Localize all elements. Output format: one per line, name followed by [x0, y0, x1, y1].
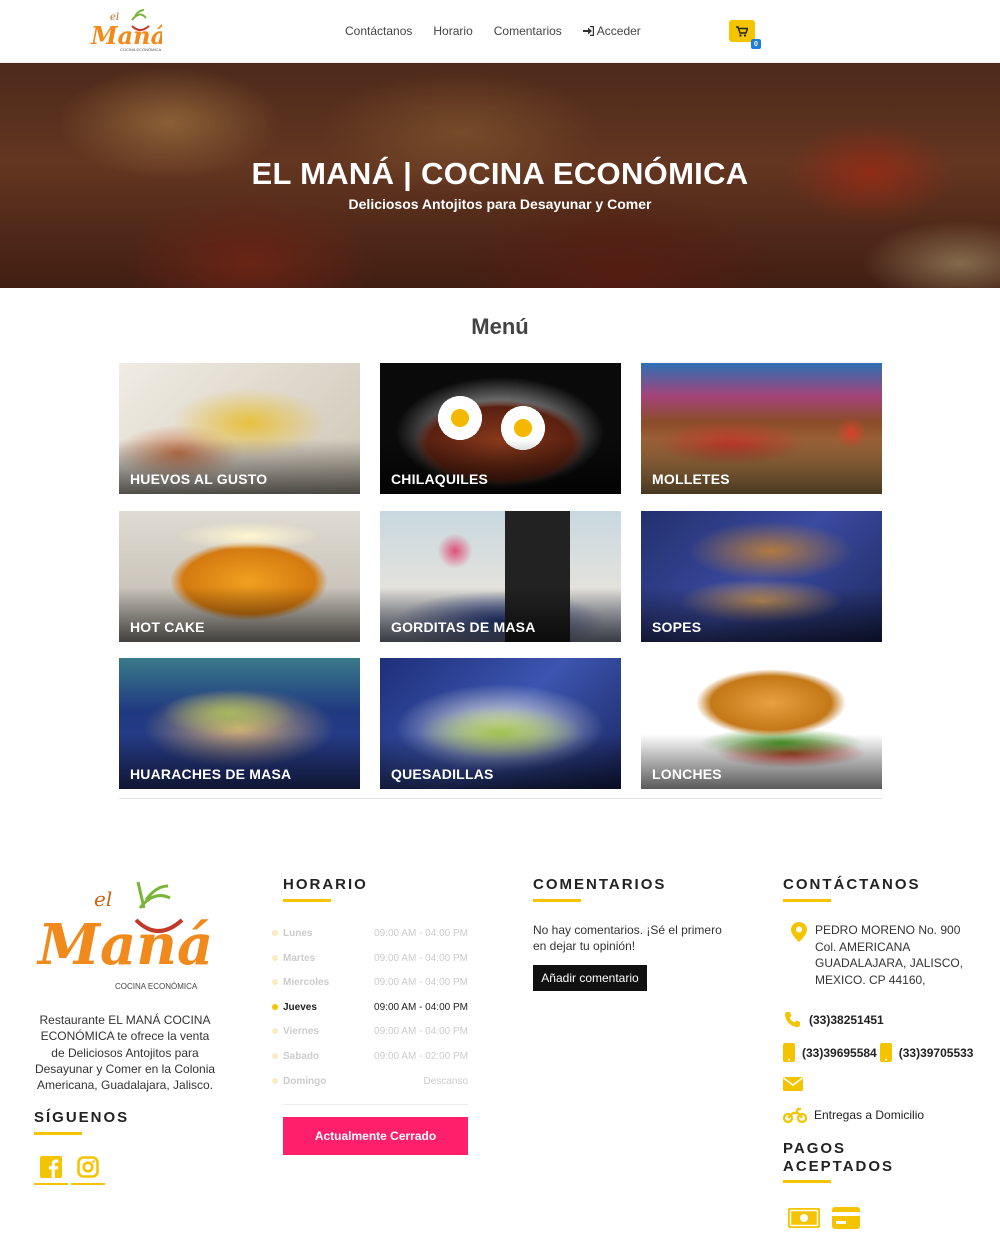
add-comment-button[interactable]: Añadir comentario — [533, 965, 647, 991]
delivery-row: Entregas a Domicilio — [783, 1107, 924, 1123]
mobile-number-1: (33)39695584 — [802, 1045, 877, 1060]
schedule-row-miercoles: Miercoles 09:00 AM - 04:00 PM — [272, 974, 468, 999]
facebook-icon — [40, 1156, 62, 1178]
top-navbar: el Maná COCINA ECONÓMICA Contáctanos Hor… — [0, 0, 1000, 63]
schedule-row-viernes: Viernes 09:00 AM - 04:00 PM — [272, 1023, 468, 1048]
hero-banner: EL MANÁ | COCINA ECONÓMICA Deliciosos An… — [0, 63, 1000, 288]
address-text: PEDRO MORENO No. 900 Col. AMERICANA GUAD… — [815, 923, 964, 987]
menu-tile-sopes[interactable]: SOPES — [641, 511, 882, 642]
menu-tile-label: QUESADILLAS — [391, 766, 494, 782]
payments-title: PAGOS ACEPTADOS — [783, 1140, 895, 1175]
nav-link-horario[interactable]: Horario — [433, 24, 472, 38]
hero-title: EL MANÁ | COCINA ECONÓMICA — [251, 156, 749, 191]
menu-divider — [119, 798, 882, 799]
credit-card-icon — [832, 1207, 860, 1234]
schedule-divider — [283, 1104, 468, 1105]
phone-row[interactable]: (33)38251451 — [783, 1011, 884, 1029]
phone-icon — [785, 1012, 800, 1027]
follow-title-underline — [34, 1132, 82, 1135]
menu-tile-label: CHILAQUILES — [391, 471, 489, 487]
svg-text:COCINA ECONÓMICA: COCINA ECONÓMICA — [115, 982, 198, 991]
menu-tile-lonches[interactable]: LONCHES — [641, 658, 882, 789]
schedule-list: Lunes 09:00 AM - 04:00 PM Martes 09:00 AM … — [272, 925, 468, 1097]
follow-title: SÍGUENOS — [34, 1109, 130, 1126]
menu-tile-label: HUEVOS AL GUSTO — [130, 471, 268, 487]
hero-subtitle: Deliciosos Antojitos para Desayunar y Co… — [348, 196, 652, 212]
mobile-phone-icon — [879, 1043, 892, 1062]
mobile-number-2: (33)39705533 — [898, 1045, 974, 1060]
nav-link-comentarios[interactable]: Comentarios — [494, 24, 562, 38]
contact-title: CONTÁCTANOS — [783, 876, 921, 893]
menu-title: Menú — [471, 314, 529, 339]
facebook-link[interactable] — [34, 1151, 68, 1185]
map-marker-icon — [791, 922, 807, 947]
email-icon[interactable] — [783, 1077, 803, 1096]
delivery-text: Entregas a Domicilio — [814, 1108, 925, 1122]
login-link[interactable]: Acceder — [582, 24, 641, 38]
instagram-icon — [77, 1156, 99, 1178]
svg-text:el: el — [94, 887, 112, 911]
phone-number: (33)38251451 — [809, 1013, 884, 1027]
menu-tile-label: SOPES — [652, 619, 702, 635]
mobile-row[interactable]: (33)39695584 (33)39705533 — [783, 1043, 973, 1062]
cart-count-badge: 0 — [751, 39, 761, 49]
status-closed-button[interactable]: Actualmente Cerrado — [283, 1117, 468, 1155]
motorcycle-icon — [783, 1107, 807, 1123]
instagram-link[interactable] — [71, 1151, 105, 1185]
menu-tile-gorditas[interactable]: GORDITAS DE MASA — [380, 511, 621, 642]
svg-text:COCINA ECONÓMICA: COCINA ECONÓMICA — [120, 47, 161, 52]
svg-text:Maná: Maná — [36, 912, 212, 978]
schedule-row-domingo: Domingo Descanso — [272, 1073, 468, 1098]
menu-tile-label: LONCHES — [652, 766, 722, 782]
footer-logo: el Maná COCINA ECONÓMICA — [36, 876, 213, 992]
svg-text:Maná: Maná — [90, 21, 162, 50]
cash-icon — [788, 1208, 820, 1233]
schedule-row-martes: Martes 09:00 AM - 04:00 PM — [272, 950, 468, 975]
menu-tile-label: HOT CAKE — [130, 619, 205, 635]
schedule-title: HORARIO — [283, 876, 368, 893]
menu-tile-chilaquiles[interactable]: CHILAQUILES — [380, 363, 621, 494]
about-text: Restaurante EL MANÁ COCINA ECONÓMICA te … — [34, 1013, 216, 1093]
menu-tile-huevos[interactable]: HUEVOS AL GUSTO — [119, 363, 360, 494]
menu-tile-molletes[interactable]: MOLLETES — [641, 363, 882, 494]
nav-links: Contáctanos Horario Comentarios Acceder — [345, 24, 641, 38]
schedule-row-sabado: Sabado 09:00 AM - 02:00 PM — [272, 1048, 468, 1073]
cart-icon — [736, 25, 748, 37]
comments-title: COMENTARIOS — [533, 876, 667, 893]
sign-in-icon — [582, 26, 594, 36]
schedule-title-underline — [283, 899, 331, 902]
logo[interactable]: el Maná COCINA ECONÓMICA — [88, 6, 166, 56]
contact-title-underline — [783, 899, 831, 902]
menu-tile-hotcake[interactable]: HOT CAKE — [119, 511, 360, 642]
schedule-row-lunes: Lunes 09:00 AM - 04:00 PM — [272, 925, 468, 950]
mobile-phone-icon — [783, 1043, 795, 1062]
menu-tile-label: GORDITAS DE MASA — [391, 619, 536, 635]
comments-title-underline — [533, 899, 581, 902]
menu-tile-huaraches[interactable]: HUARACHES DE MASA — [119, 658, 360, 789]
schedule-row-jueves: Jueves 09:00 AM - 04:00 PM — [272, 999, 468, 1024]
menu-tile-label: MOLLETES — [652, 471, 730, 487]
menu-tile-quesadillas[interactable]: QUESADILLAS — [380, 658, 621, 789]
nav-link-contactanos[interactable]: Contáctanos — [345, 24, 412, 38]
menu-tile-label: HUARACHES DE MASA — [130, 766, 292, 782]
login-label: Acceder — [596, 24, 641, 38]
comments-empty-text: No hay comentarios. ¡Sé el primero en de… — [533, 923, 722, 953]
payments-title-underline — [783, 1180, 831, 1183]
